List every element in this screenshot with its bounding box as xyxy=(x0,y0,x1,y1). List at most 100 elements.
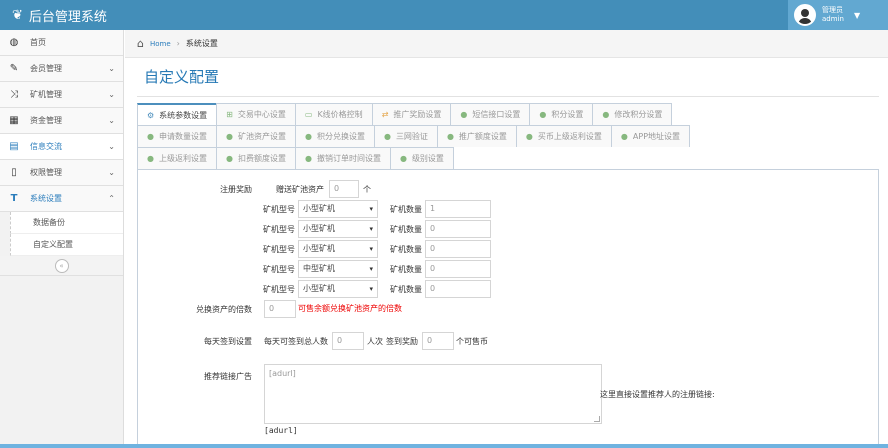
chevron-down-icon: ⌄ xyxy=(108,116,115,125)
exchange-multiple-label: 兑换资产的倍数 xyxy=(196,305,252,314)
chevron-down-icon: ⌄ xyxy=(108,90,115,99)
sidebar-item-home[interactable]: ◍ 首页 xyxy=(0,30,123,56)
sidebar-item-label: 矿机管理 xyxy=(30,90,62,99)
ad-link-label: 推荐链接广告 xyxy=(204,372,252,381)
machine-type-label: 矿机型号 xyxy=(263,265,295,274)
sidebar-collapse-row: « xyxy=(0,256,123,276)
tab-label: 系统参数设置 xyxy=(159,110,208,120)
machine-count-label: 矿机数量 xyxy=(390,245,422,254)
text-icon: T xyxy=(10,193,18,204)
chevron-down-icon: ⌄ xyxy=(108,168,115,177)
tab-label: 积分设置 xyxy=(551,110,584,119)
settings-tabs: ⚙ 系统参数设置 ⊞ 交易中心设置 ▭ K线价格控制 ⇄ 推广奖励设置 ● 短信接口设置 … xyxy=(137,103,879,169)
tab-label: 推广奖励设置 xyxy=(393,110,442,119)
caret-down-icon: ▼ xyxy=(853,10,861,20)
machine-count-input[interactable]: 0 xyxy=(425,240,491,258)
tab-label: 推广额度设置 xyxy=(458,132,507,141)
machine-type-select[interactable]: 小型矿机 xyxy=(298,200,378,218)
signin-people-label: 每天可签到总人数 xyxy=(264,337,328,346)
sidebar-item-label: 系统设置 xyxy=(30,194,62,203)
tab-points[interactable]: ● 积分设置 xyxy=(529,103,594,125)
user-icon: ● xyxy=(147,132,154,141)
page-title: 自定义配置 xyxy=(144,68,220,86)
machine-type-select[interactable]: 小型矿机 xyxy=(298,280,378,298)
exchange-multiple-input[interactable]: 0 xyxy=(264,300,296,318)
machine-count-input[interactable]: 0 xyxy=(425,220,491,238)
signin-people-input[interactable]: 0 xyxy=(332,332,364,350)
tab-levels[interactable]: ● 级别设置 xyxy=(389,147,454,169)
sidebar-item-label: 首页 xyxy=(30,38,46,47)
tab-triple-verify[interactable]: ● 三网验证 xyxy=(373,125,438,147)
tab-label: 修改积分设置 xyxy=(614,110,663,119)
signin-reward-input[interactable]: 0 xyxy=(422,332,454,350)
machine-count-label: 矿机数量 xyxy=(390,285,422,294)
sidebar-item-messages[interactable]: ▤ 信息交流 ⌄ xyxy=(0,134,123,160)
user-icon: ● xyxy=(525,132,533,141)
list-icon: ▤ xyxy=(9,141,19,152)
machine-count-input[interactable]: 0 xyxy=(425,280,491,298)
machine-type-select[interactable]: 小型矿机 xyxy=(298,240,378,258)
machine-type-label: 矿机型号 xyxy=(263,205,295,214)
sidebar-item-funds[interactable]: ▦ 资金管理 ⌄ xyxy=(0,108,123,134)
tab-promo-quota[interactable]: ● 推广额度设置 xyxy=(436,125,517,147)
brand[interactable]: ❦ 后台管理系统 xyxy=(12,6,107,25)
chevron-up-icon: ⌃ xyxy=(108,194,115,203)
ad-link-note: 这里直接设置推荐人的注册链接: xyxy=(600,390,715,399)
machine-type-select[interactable]: 小型矿机 xyxy=(298,220,378,238)
sidebar-item-settings[interactable]: T 系统设置 ⌃ xyxy=(0,186,123,212)
machine-count-input[interactable]: 0 xyxy=(425,260,491,278)
dashboard-icon: ◍ xyxy=(9,37,19,48)
tab-edit-points[interactable]: ● 修改积分设置 xyxy=(592,103,673,125)
gift-assets-label: 赠送矿池资产 xyxy=(276,185,324,194)
sidebar-item-members[interactable]: ✎ 会员管理 ⌄ xyxy=(0,56,123,82)
user-menu[interactable]: 管理员 admin ▼ xyxy=(788,0,888,30)
top-navbar: ❦ 后台管理系统 管理员 admin ▼ xyxy=(0,0,888,30)
tab-label: 短信接口设置 xyxy=(472,110,521,119)
tab-fee-quota[interactable]: ● 扣费额度设置 xyxy=(215,147,296,169)
tab-pool-assets[interactable]: ● 矿池资产设置 xyxy=(215,125,296,147)
ad-link-textarea[interactable]: [adurl] xyxy=(264,364,602,424)
tab-apply-quantity[interactable]: ● 申请数量设置 xyxy=(137,125,217,147)
exchange-icon: ⇄ xyxy=(381,110,389,119)
user-icon: ● xyxy=(602,110,610,119)
tab-kline-price[interactable]: ▭ K线价格控制 xyxy=(294,103,373,125)
ad-link-placeholder: [adurl] xyxy=(269,369,296,378)
tab-points-exchange[interactable]: ● 积分兑换设置 xyxy=(294,125,375,147)
tab-promo-reward[interactable]: ⇄ 推广奖励设置 xyxy=(371,103,452,125)
ad-link-footer: [adurl] xyxy=(264,426,298,435)
tab-label: 扣费额度设置 xyxy=(237,154,286,163)
machine-count-label: 矿机数量 xyxy=(390,225,422,234)
breadcrumb-home-link[interactable]: Home xyxy=(150,40,171,48)
sidebar-item-label: 权限管理 xyxy=(30,168,62,177)
tab-upline-rebate[interactable]: ● 上级返利设置 xyxy=(137,147,217,169)
breadcrumb-current: 系统设置 xyxy=(185,39,218,48)
sidebar-subitem-custom-config[interactable]: 自定义配置 xyxy=(10,234,123,256)
resize-grip-icon[interactable] xyxy=(594,416,600,422)
sidebar-item-permissions[interactable]: ▯ 权限管理 ⌄ xyxy=(0,160,123,186)
tab-system-params[interactable]: ⚙ 系统参数设置 xyxy=(137,103,218,125)
user-icon: ● xyxy=(304,154,312,163)
machine-type-label: 矿机型号 xyxy=(263,285,295,294)
double-chevron-left-icon[interactable]: « xyxy=(54,258,69,273)
chevron-down-icon: ⌄ xyxy=(108,142,115,151)
user-icon: ● xyxy=(147,154,154,163)
exchange-multiple-hint: 可售余额兑换矿池资产的倍数 xyxy=(298,304,402,313)
signin-people-unit: 人次 xyxy=(367,337,383,346)
sidebar-item-miners[interactable]: ⤨ 矿机管理 ⌄ xyxy=(0,82,123,108)
user-icon: ● xyxy=(399,154,407,163)
machine-type-select[interactable]: 中型矿机 xyxy=(298,260,378,278)
tab-sms-api[interactable]: ● 短信接口设置 xyxy=(450,103,531,125)
tab-app-url[interactable]: ● APP地址设置 xyxy=(610,125,691,147)
sidebar-item-label: 信息交流 xyxy=(30,142,62,151)
tab-cancel-order-time[interactable]: ● 撤销订单时间设置 xyxy=(294,147,391,169)
tab-trading-center[interactable]: ⊞ 交易中心设置 xyxy=(216,103,296,125)
chevron-right-icon: › xyxy=(176,39,180,48)
machine-count-input[interactable]: 1 xyxy=(425,200,491,218)
gift-assets-input[interactable]: 0 xyxy=(329,180,359,198)
gears-icon: ⚙ xyxy=(147,110,155,120)
sidebar-subitem-label: 数据备份 xyxy=(33,218,65,227)
sidebar-subitem-backup[interactable]: 数据备份 xyxy=(10,212,123,234)
tab-upline-rebate-buy[interactable]: ● 买币上级返利设置 xyxy=(515,125,612,147)
tab-label: APP地址设置 xyxy=(632,132,681,141)
user-icon: ● xyxy=(225,132,233,141)
